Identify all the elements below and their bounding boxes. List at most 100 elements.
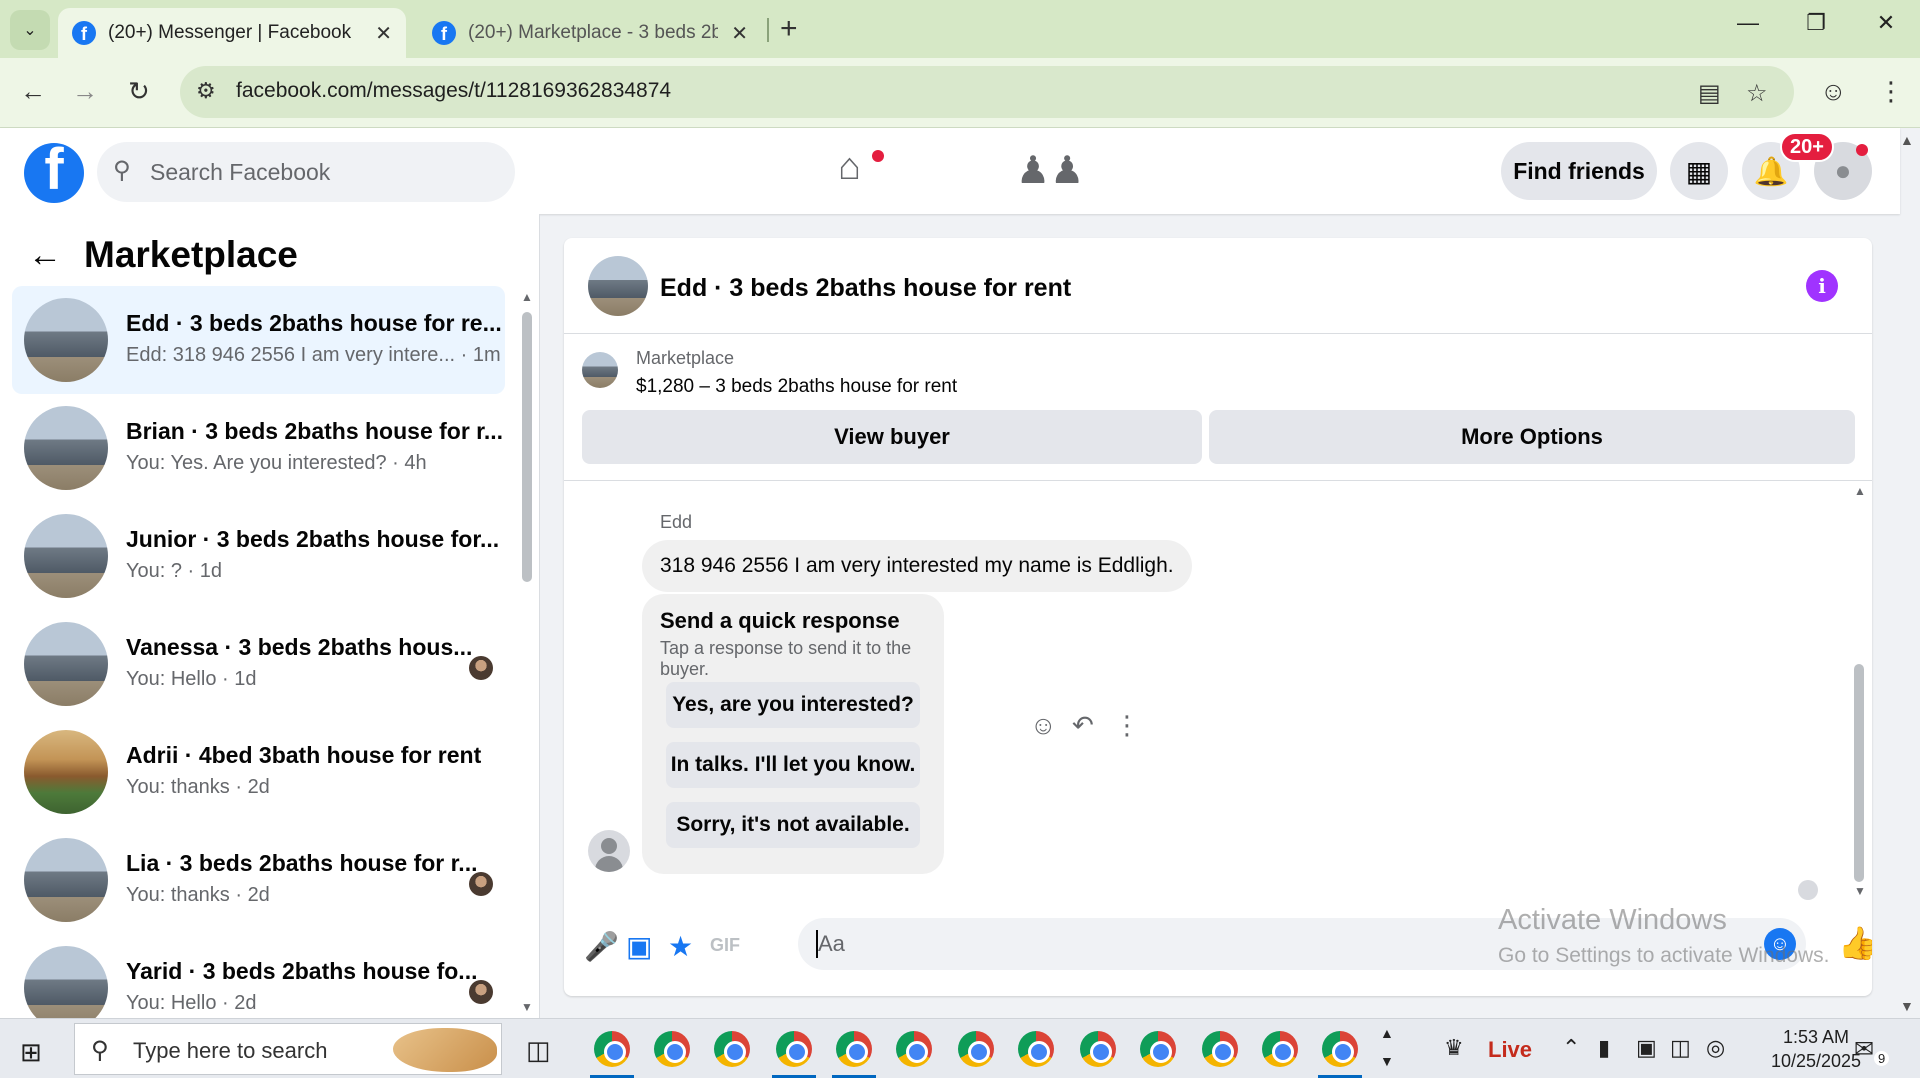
search-placeholder: Search Facebook <box>150 159 331 185</box>
notification-center-icon[interactable]: ✉ <box>1854 1035 1874 1064</box>
paint-palette-icon <box>393 1028 497 1072</box>
site-info-icon[interactable]: ⚙ <box>196 78 216 104</box>
conversation-item-brian[interactable]: Brian · 3 beds 2baths house for r... You… <box>12 394 505 502</box>
view-buyer-button[interactable]: View buyer <box>582 410 1202 464</box>
close-tab-icon[interactable]: ✕ <box>375 21 392 46</box>
more-options-button[interactable]: More Options <box>1209 410 1855 464</box>
chrome-app-icon[interactable] <box>1080 1031 1116 1067</box>
network-icon[interactable]: ◫ <box>1670 1035 1691 1061</box>
grid-icon: ▦ <box>1685 155 1713 187</box>
conversation-title: Yarid · 3 beds 2baths house fo... <box>126 958 478 984</box>
facebook-search[interactable]: ⚲ Search Facebook <box>97 142 515 202</box>
chrome-app-icon[interactable] <box>654 1031 690 1067</box>
menu-grid-button[interactable]: ▦ <box>1670 142 1728 200</box>
listing-thumbnail <box>582 352 618 388</box>
info-icon[interactable]: i <box>1806 270 1838 302</box>
gif-icon[interactable]: GIF <box>710 935 740 956</box>
chat-avatar[interactable] <box>588 256 648 316</box>
conversation-item-yarid[interactable]: Yarid · 3 beds 2baths house fo... You: H… <box>12 934 505 1018</box>
chrome-app-icon[interactable] <box>1262 1031 1298 1067</box>
wifi-icon[interactable]: ◎ <box>1706 1035 1725 1061</box>
chrome-app-icon[interactable] <box>776 1031 812 1067</box>
taskbar-overflow-down-icon[interactable]: ▼ <box>1380 1053 1394 1069</box>
chrome-app-icon[interactable] <box>1018 1031 1054 1067</box>
quick-response-yes-button[interactable]: Yes, are you interested? <box>666 682 920 728</box>
microphone-icon[interactable]: 🎤 <box>584 930 619 963</box>
restore-button[interactable]: ❐ <box>1796 10 1836 36</box>
seen-avatar <box>469 656 493 680</box>
chrome-app-icon[interactable] <box>594 1031 630 1067</box>
taskbar-overflow-up-icon[interactable]: ▲ <box>1380 1025 1394 1041</box>
user-silhouette-icon: ● <box>1834 155 1852 186</box>
tab-search-button[interactable]: ⌄ <box>10 10 50 50</box>
chat-title[interactable]: Edd · 3 beds 2baths house for rent <box>660 274 1071 303</box>
conversation-snippet: You: Hello · 2d <box>126 992 257 1014</box>
forward-arrow-icon[interactable]: → <box>72 76 98 107</box>
conversation-snippet: You: Yes. Are you interested? · 4h <box>126 452 427 474</box>
scroll-up-arrow-icon[interactable]: ▲ <box>1854 484 1866 498</box>
show-hidden-icons-icon[interactable]: ⌃ <box>1562 1035 1580 1061</box>
thumbs-up-icon[interactable]: 👍 <box>1838 924 1872 962</box>
sticker-icon[interactable]: ★ <box>668 930 693 963</box>
message-bubble[interactable]: 318 946 2556 I am very interested my nam… <box>642 540 1192 592</box>
more-vertical-icon[interactable]: ⋮ <box>1114 710 1140 741</box>
close-tab-icon[interactable]: ✕ <box>731 21 748 46</box>
taskbar-clock[interactable]: 1:53 AM 10/25/2025 <box>1768 1025 1864 1073</box>
page-scroll-up-icon[interactable]: ▲ <box>1900 132 1914 148</box>
read-receipt-avatar <box>1798 880 1818 900</box>
friends-icon[interactable]: ♟♟ <box>1016 148 1084 193</box>
live-label[interactable]: Live <box>1488 1037 1532 1063</box>
conversation-list-scrollbar[interactable] <box>522 312 532 582</box>
listing-price-title[interactable]: $1,280 – 3 beds 2baths house for rent <box>636 376 957 398</box>
meet-now-icon[interactable]: ▣ <box>1636 1035 1657 1061</box>
address-bar[interactable]: ⚙ facebook.com/messages/t/11281693628348… <box>180 66 1794 118</box>
conversation-item-junior[interactable]: Junior · 3 beds 2baths house for... You:… <box>12 502 505 610</box>
conversation-item-edd[interactable]: Edd · 3 beds 2baths house for re... Edd:… <box>12 286 505 394</box>
find-friends-button[interactable]: Find friends <box>1501 142 1657 200</box>
close-window-button[interactable]: ✕ <box>1866 10 1906 36</box>
conversation-item-vanessa[interactable]: Vanessa · 3 beds 2baths hous... You: Hel… <box>12 610 505 718</box>
page-scroll-down-icon[interactable]: ▼ <box>1900 998 1914 1014</box>
reload-icon[interactable]: ↻ <box>128 76 150 107</box>
taskbar-search-placeholder: Type here to search <box>133 1038 328 1063</box>
home-icon[interactable]: ⌂ <box>838 146 861 189</box>
chrome-app-icon[interactable] <box>836 1031 872 1067</box>
conversation-item-lia[interactable]: Lia · 3 beds 2baths house for r... You: … <box>12 826 505 934</box>
scroll-down-arrow-icon[interactable]: ▼ <box>1854 884 1866 898</box>
install-app-icon[interactable]: ▤ <box>1698 79 1721 108</box>
chat-scrollbar[interactable] <box>1854 664 1864 882</box>
quick-response-in-talks-button[interactable]: In talks. I'll let you know. <box>666 742 920 788</box>
battery-icon[interactable]: ▮ <box>1598 1035 1610 1061</box>
chrome-app-icon[interactable] <box>1202 1031 1238 1067</box>
task-view-icon[interactable]: ◫ <box>526 1035 551 1066</box>
chrome-app-icon[interactable] <box>714 1031 750 1067</box>
tab-marketplace[interactable]: f (20+) Marketplace - 3 beds 2ba ✕ <box>418 8 762 58</box>
quick-response-not-available-button[interactable]: Sorry, it's not available. <box>666 802 920 848</box>
photo-icon[interactable]: ▣ <box>626 930 652 963</box>
chrome-app-icon[interactable] <box>896 1031 932 1067</box>
minimize-button[interactable]: — <box>1728 10 1768 36</box>
bookmark-star-icon[interactable]: ☆ <box>1746 79 1768 108</box>
chrome-app-icon[interactable] <box>958 1031 994 1067</box>
quick-response-card: Send a quick response Tap a response to … <box>642 594 944 874</box>
scroll-down-arrow-icon[interactable]: ▼ <box>521 1000 533 1014</box>
taskbar-search[interactable]: ⚲ Type here to search <box>74 1023 502 1075</box>
browser-menu-icon[interactable]: ⋮ <box>1878 76 1904 107</box>
profile-icon[interactable]: ☺ <box>1820 76 1847 107</box>
tab-messenger[interactable]: f (20+) Messenger | Facebook ✕ <box>58 8 406 58</box>
sender-avatar[interactable] <box>588 830 630 872</box>
chrome-app-icon[interactable] <box>1322 1031 1358 1067</box>
listing-thumbnail <box>24 298 108 382</box>
react-smiley-icon[interactable]: ☺ <box>1030 710 1057 741</box>
league-logo-icon[interactable]: ♛ <box>1444 1035 1464 1061</box>
listing-thumbnail <box>24 730 108 814</box>
new-tab-button[interactable]: + <box>780 12 798 46</box>
chrome-app-icon[interactable] <box>1140 1031 1176 1067</box>
windows-start-icon[interactable]: ⊞ <box>20 1037 42 1068</box>
scroll-up-arrow-icon[interactable]: ▲ <box>521 290 533 304</box>
back-arrow-icon[interactable]: ← <box>28 236 62 275</box>
back-arrow-icon[interactable]: ← <box>20 76 46 107</box>
conversation-item-adrii[interactable]: Adrii · 4bed 3bath house for rent You: t… <box>12 718 505 826</box>
facebook-logo[interactable]: f <box>24 143 84 203</box>
reply-icon[interactable]: ↶ <box>1072 710 1094 741</box>
